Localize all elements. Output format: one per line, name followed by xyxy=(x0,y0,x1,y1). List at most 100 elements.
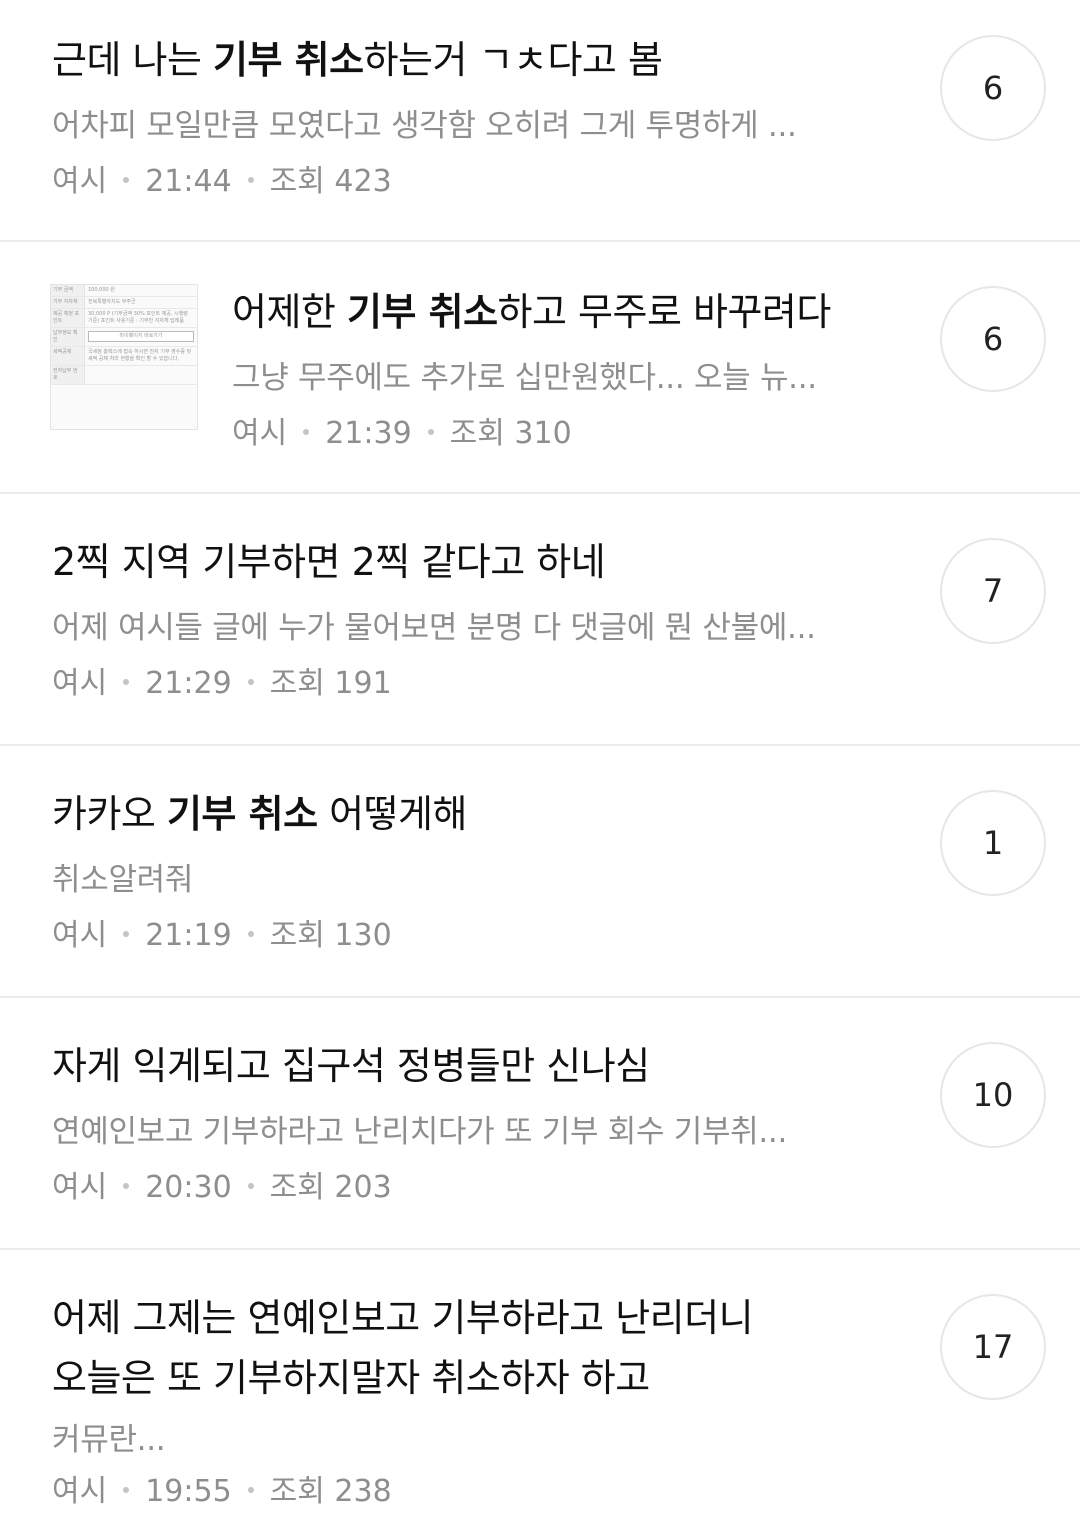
thumb-key: 기부 지자체 xyxy=(51,297,85,308)
thumb-value: 전북특별자치도 무주군 xyxy=(88,299,136,305)
post-title-text: 하는거 ㄱㅊ다고 봄 xyxy=(363,38,663,82)
thumb-row: 세액공제 국세청 홈택스에 접속 하시면 전자 기부 영수증 및 세액 공제 처리… xyxy=(51,347,197,366)
thumb-value: 마이페이지 바로가기 xyxy=(85,328,197,346)
post-title-line: 어제 그제는 연예인보고 기부하라고 난리더니 xyxy=(52,1296,754,1340)
views-count: 423 xyxy=(334,164,392,199)
thumb-row: 기부 지자체 전북특별자치도 무주군 xyxy=(51,297,197,309)
thumb-row: 기부 금액 100,000 원 xyxy=(51,285,197,297)
post-body: 근데 나는 기부 취소하는거 ㄱㅊ다고 봄 어차피 모일만큼 모였다고 생각함 … xyxy=(52,0,902,202)
post-author: 여시 xyxy=(52,164,108,199)
thumb-row: 납부정보 확인 마이페이지 바로가기 xyxy=(51,328,197,347)
views-count: 310 xyxy=(514,416,572,451)
post-title-highlight: 기부 취소 xyxy=(213,38,364,82)
post-title[interactable]: 자게 익게되고 집구석 정병들만 신나심 xyxy=(52,1036,902,1096)
post-title-text: 자게 익게되고 집구석 정병들만 신나심 xyxy=(52,1044,650,1088)
post-body: 자게 익게되고 집구석 정병들만 신나심 연예인보고 기부하라고 난리치다가 또… xyxy=(52,998,902,1208)
thumb-key: 제공 예정 포인트 xyxy=(51,309,85,327)
post-meta: 여시 20:30 조회 203 xyxy=(52,1168,902,1208)
list-item[interactable]: 2찍 지역 기부하면 2찍 같다고 하네 어제 여시들 글에 누가 물어보면 분… xyxy=(0,494,1080,746)
views-label: 조회 xyxy=(269,1474,325,1509)
thumb-key: 납부정보 확인 xyxy=(51,328,85,346)
post-time: 21:29 xyxy=(145,666,232,701)
post-body: 카카오 기부 취소 어떻게해 취소알려줘 여시 21:19 조회 130 xyxy=(52,746,902,956)
post-title-highlight: 기부 취소 xyxy=(346,290,498,334)
post-author: 여시 xyxy=(52,1474,108,1509)
thumb-value xyxy=(85,366,197,384)
post-title-text: 어떻게해 xyxy=(317,792,467,836)
post-time: 20:30 xyxy=(145,1170,232,1205)
post-title[interactable]: 카카오 기부 취소 어떻게해 xyxy=(52,784,902,844)
thumb-key: 기부 금액 xyxy=(51,285,85,296)
post-excerpt: 그냥 무주에도 추가로 십만원했다... 오늘 뉴... xyxy=(232,360,817,396)
post-time: 21:39 xyxy=(325,416,412,451)
post-title-text: 근데 나는 xyxy=(52,38,213,82)
thumb-mypage-button: 마이페이지 바로가기 xyxy=(88,331,194,342)
post-meta: 여시 21:44 조회 423 xyxy=(52,162,902,202)
views-label: 조회 xyxy=(269,918,325,953)
post-thumbnail[interactable]: 기부 금액 100,000 원 기부 지자체 전북특별자치도 무주군 제공 예정 포… xyxy=(50,284,198,430)
list-item[interactable]: 카카오 기부 취소 어떻게해 취소알려줘 여시 21:19 조회 130 1 xyxy=(0,746,1080,998)
thumb-key: 세액공제 xyxy=(51,347,85,365)
post-title[interactable]: 2찍 지역 기부하면 2찍 같다고 하네 xyxy=(52,532,902,592)
post-title-highlight: 기부 취소 xyxy=(166,792,318,836)
separator-dot xyxy=(123,678,130,685)
post-meta: 여시 19:55 조회 238 xyxy=(52,1472,902,1512)
post-excerpt: 연예인보고 기부하라고 난리치다가 또 기부 회수 기부취... xyxy=(52,1114,788,1150)
thumb-value: 100,000 원 xyxy=(88,287,115,293)
post-meta: 여시 21:19 조회 130 xyxy=(52,916,902,956)
list-item[interactable]: 어제 그제는 연예인보고 기부하라고 난리더니 오늘은 또 기부하지말자 취소하… xyxy=(0,1250,1080,1532)
post-body: 어제 그제는 연예인보고 기부하라고 난리더니 오늘은 또 기부하지말자 취소하… xyxy=(52,1250,902,1512)
comment-count-badge[interactable]: 6 xyxy=(940,35,1046,141)
views-count: 130 xyxy=(334,918,392,953)
comment-count-badge[interactable]: 7 xyxy=(940,538,1046,644)
comment-count-badge[interactable]: 1 xyxy=(940,790,1046,896)
post-time: 19:55 xyxy=(145,1474,232,1509)
separator-dot xyxy=(303,428,310,435)
views-label: 조회 xyxy=(269,1170,325,1205)
post-title-text: 어제한 xyxy=(232,290,347,334)
post-time: 21:44 xyxy=(145,164,232,199)
separator-dot xyxy=(123,1486,130,1493)
thumb-key: 전자납부 번호 xyxy=(51,366,85,384)
comment-count-badge[interactable]: 10 xyxy=(940,1042,1046,1148)
views-count: 203 xyxy=(334,1170,392,1205)
separator-dot xyxy=(123,176,130,183)
thumb-row: 전자납부 번호 xyxy=(51,366,197,385)
separator-dot xyxy=(247,176,254,183)
separator-dot xyxy=(123,930,130,937)
separator-dot xyxy=(427,428,434,435)
post-excerpt: 커뮤란... xyxy=(52,1422,166,1458)
post-title-text: 하고 무주로 바꾸려다 xyxy=(497,290,832,334)
post-author: 여시 xyxy=(52,918,108,953)
post-title[interactable]: 근데 나는 기부 취소하는거 ㄱㅊ다고 봄 xyxy=(52,30,902,90)
views-label: 조회 xyxy=(449,416,505,451)
separator-dot xyxy=(123,1182,130,1189)
post-title-text: 2찍 지역 기부하면 2찍 같다고 하네 xyxy=(52,540,606,584)
post-meta: 여시 21:29 조회 191 xyxy=(52,664,902,704)
post-body: 어제한 기부 취소하고 무주로 바꾸려다 그냥 무주에도 추가로 십만원했다..… xyxy=(232,242,912,454)
post-body: 2찍 지역 기부하면 2찍 같다고 하네 어제 여시들 글에 누가 물어보면 분… xyxy=(52,494,902,704)
views-label: 조회 xyxy=(269,164,325,199)
separator-dot xyxy=(247,678,254,685)
list-item[interactable]: 자게 익게되고 집구석 정병들만 신나심 연예인보고 기부하라고 난리치다가 또… xyxy=(0,998,1080,1250)
post-author: 여시 xyxy=(52,666,108,701)
post-excerpt: 어제 여시들 글에 누가 물어보면 분명 다 댓글에 뭔 산불에... xyxy=(52,610,816,646)
separator-dot xyxy=(247,1486,254,1493)
post-title[interactable]: 어제한 기부 취소하고 무주로 바꾸려다 xyxy=(232,282,912,342)
list-item[interactable]: 근데 나는 기부 취소하는거 ㄱㅊ다고 봄 어차피 모일만큼 모였다고 생각함 … xyxy=(0,0,1080,242)
post-title[interactable]: 어제 그제는 연예인보고 기부하라고 난리더니 오늘은 또 기부하지말자 취소하… xyxy=(52,1288,902,1408)
thumb-value: 30,000 P (기부금액 30% 포인트 제공, 시행령 기준) 포인트 사… xyxy=(88,311,188,324)
views-count: 238 xyxy=(334,1474,392,1509)
post-excerpt: 어차피 모일만큼 모였다고 생각함 오히려 그게 투명하게 ... xyxy=(52,108,797,144)
thumb-value: 국세청 홈택스에 접속 하시면 전자 기부 영수증 및 세액 공제 처리 현황을… xyxy=(88,349,192,362)
thumb-row: 제공 예정 포인트 30,000 P (기부금액 30% 포인트 제공, 시행령 … xyxy=(51,309,197,328)
post-meta: 여시 21:39 조회 310 xyxy=(232,414,912,454)
post-author: 여시 xyxy=(232,416,288,451)
separator-dot xyxy=(247,1182,254,1189)
post-excerpt: 취소알려줘 xyxy=(52,862,194,898)
post-title-line: 오늘은 또 기부하지말자 취소하자 하고 xyxy=(52,1356,650,1400)
comment-count-badge[interactable]: 6 xyxy=(940,286,1046,392)
post-title-text: 카카오 xyxy=(52,792,167,836)
post-author: 여시 xyxy=(52,1170,108,1205)
comment-count-badge[interactable]: 17 xyxy=(940,1294,1046,1400)
